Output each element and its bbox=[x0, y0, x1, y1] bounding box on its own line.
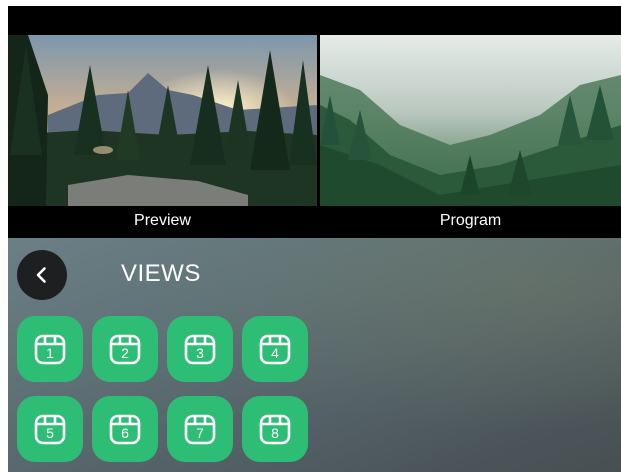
monitors: Preview Program bbox=[8, 35, 621, 238]
calendar-icon: 3 bbox=[183, 332, 217, 366]
view-number: 1 bbox=[46, 345, 54, 361]
view-number: 6 bbox=[121, 425, 129, 441]
calendar-icon: 5 bbox=[33, 412, 67, 446]
chevron-left-icon bbox=[36, 267, 46, 283]
calendar-icon: 2 bbox=[108, 332, 142, 366]
preview-feed-image bbox=[8, 35, 317, 206]
program-feed-image bbox=[320, 35, 621, 206]
calendar-icon: 1 bbox=[33, 332, 67, 366]
program-label: Program bbox=[320, 206, 621, 238]
calendar-icon: 8 bbox=[258, 412, 292, 446]
view-button-8[interactable]: 8 bbox=[242, 396, 308, 462]
view-button-4[interactable]: 4 bbox=[242, 316, 308, 382]
view-button-1[interactable]: 1 bbox=[17, 316, 83, 382]
views-panel: VIEWS 1 2 3 4 5 6 7 8 bbox=[8, 238, 621, 472]
view-button-2[interactable]: 2 bbox=[92, 316, 158, 382]
view-button-6[interactable]: 6 bbox=[92, 396, 158, 462]
view-button-3[interactable]: 3 bbox=[167, 316, 233, 382]
calendar-icon: 6 bbox=[108, 412, 142, 446]
view-number: 4 bbox=[271, 345, 279, 361]
view-number: 2 bbox=[121, 345, 129, 361]
back-button[interactable] bbox=[17, 250, 67, 300]
app-window: Preview Program VIEWS 1 2 3 4 5 6 7 8 bbox=[8, 6, 621, 472]
preview-monitor[interactable]: Preview bbox=[8, 35, 317, 238]
views-grid: 1 2 3 4 5 6 7 8 bbox=[17, 316, 317, 462]
view-number: 3 bbox=[196, 345, 204, 361]
view-button-7[interactable]: 7 bbox=[167, 396, 233, 462]
view-number: 5 bbox=[46, 425, 54, 441]
calendar-icon: 4 bbox=[258, 332, 292, 366]
view-button-5[interactable]: 5 bbox=[17, 396, 83, 462]
views-title: VIEWS bbox=[121, 260, 201, 287]
view-number: 8 bbox=[271, 425, 279, 441]
program-monitor[interactable]: Program bbox=[320, 35, 621, 238]
preview-label: Preview bbox=[8, 206, 317, 238]
calendar-icon: 7 bbox=[183, 412, 217, 446]
view-number: 7 bbox=[196, 425, 204, 441]
